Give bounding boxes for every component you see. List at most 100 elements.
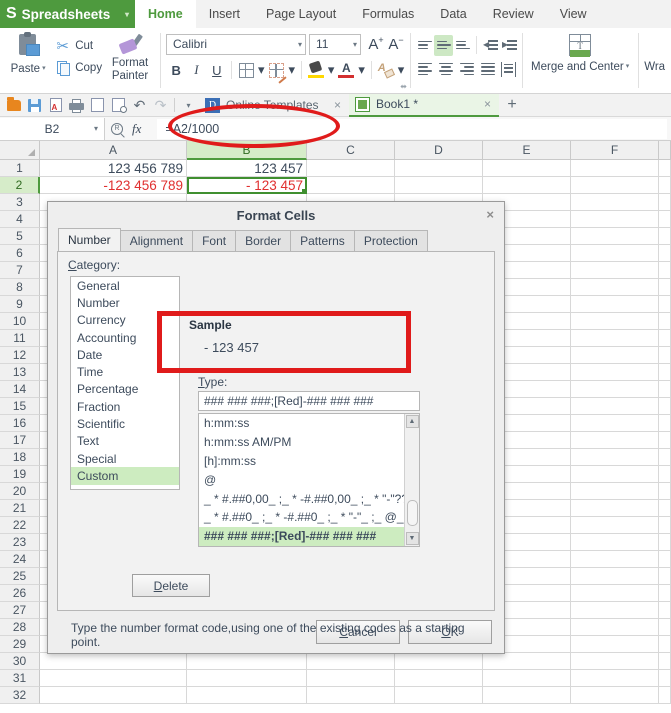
- paste-button[interactable]: Paste ▾: [4, 31, 52, 75]
- cell-F19[interactable]: [571, 466, 659, 483]
- type-list-items[interactable]: h:mm:ss h:mm:ss AM/PM [h]:mm:ss @ _ * #.##0,…: [199, 414, 404, 546]
- close-icon[interactable]: ×: [484, 97, 491, 111]
- column-header-a[interactable]: A: [40, 141, 187, 160]
- row-header-8[interactable]: 8: [0, 279, 40, 296]
- copy-button[interactable]: Copy: [52, 57, 104, 79]
- type-input[interactable]: ### ### ###;[Red]-### ### ###: [198, 391, 420, 411]
- cell-F18[interactable]: [571, 449, 659, 466]
- dialog-tab-protection[interactable]: Protection: [353, 230, 428, 251]
- row-header-11[interactable]: 11: [0, 330, 40, 347]
- cell-E30[interactable]: [483, 653, 571, 670]
- cell-E1[interactable]: [483, 160, 571, 177]
- row-header-30[interactable]: 30: [0, 653, 40, 670]
- cell-D32[interactable]: [395, 687, 483, 704]
- cell-D2[interactable]: [395, 177, 483, 194]
- row-header-25[interactable]: 25: [0, 568, 40, 585]
- ribbon-tab-page-layout[interactable]: Page Layout: [253, 0, 349, 28]
- cell-F3[interactable]: [571, 194, 659, 211]
- insert-function-icon[interactable]: fx: [132, 121, 141, 137]
- document-tab-book1[interactable]: Book1 * ×: [349, 93, 499, 117]
- fill-color-dropdown[interactable]: ▾: [326, 59, 336, 81]
- print-preview-icon[interactable]: [87, 95, 108, 115]
- align-middle-button[interactable]: [434, 34, 454, 56]
- cell-F14[interactable]: [571, 381, 659, 398]
- font-color-dropdown[interactable]: ▾: [357, 59, 367, 81]
- cell-F10[interactable]: [571, 313, 659, 330]
- row-header-15[interactable]: 15: [0, 398, 40, 415]
- row-header-17[interactable]: 17: [0, 432, 40, 449]
- type-option-1[interactable]: h:mm:ss AM/PM: [199, 433, 404, 452]
- dialog-tab-patterns[interactable]: Patterns: [290, 230, 355, 251]
- cell-F25[interactable]: [571, 568, 659, 585]
- ribbon-tab-insert[interactable]: Insert: [196, 0, 253, 28]
- type-option-5[interactable]: _ * #.##0_ ;_ * -#.##0_ ;_ * "-"_ ;_ @_: [199, 508, 404, 527]
- cell-F27[interactable]: [571, 602, 659, 619]
- cell-F32[interactable]: [571, 687, 659, 704]
- type-listbox[interactable]: h:mm:ss h:mm:ss AM/PM [h]:mm:ss @ _ * #.##0,…: [198, 413, 420, 547]
- ribbon-tab-formulas[interactable]: Formulas: [349, 0, 427, 28]
- column-header-f[interactable]: F: [571, 141, 659, 160]
- category-item-fraction[interactable]: Fraction: [71, 398, 179, 415]
- row-header-4[interactable]: 4: [0, 211, 40, 228]
- cell-G11[interactable]: [659, 330, 671, 347]
- cell-F17[interactable]: [571, 432, 659, 449]
- cell-F30[interactable]: [571, 653, 659, 670]
- type-option-3[interactable]: @: [199, 470, 404, 489]
- cell-A2[interactable]: -123 456 789: [40, 177, 187, 194]
- cell-G9[interactable]: [659, 296, 671, 313]
- chevron-down-icon[interactable]: ▾: [626, 62, 630, 70]
- cell-E32[interactable]: [483, 687, 571, 704]
- cell-F13[interactable]: [571, 364, 659, 381]
- cell-G1[interactable]: [659, 160, 671, 177]
- category-item-time[interactable]: Time: [71, 363, 179, 380]
- fill-color-button[interactable]: [306, 59, 326, 81]
- undo-icon[interactable]: ↶: [129, 95, 150, 115]
- category-item-date[interactable]: Date: [71, 346, 179, 363]
- select-all-corner[interactable]: [0, 141, 40, 160]
- draw-border-dropdown[interactable]: ▾: [287, 59, 297, 81]
- cut-button[interactable]: ✂ Cut: [52, 35, 104, 57]
- cell-A1[interactable]: 123 456 789: [40, 160, 187, 177]
- save-icon[interactable]: [24, 95, 45, 115]
- font-size-combo[interactable]: 11 ▾: [309, 33, 361, 55]
- row-header-24[interactable]: 24: [0, 551, 40, 568]
- italic-button[interactable]: I: [186, 59, 206, 81]
- cell-F2[interactable]: [571, 177, 659, 194]
- wrap-text-toggle-button[interactable]: [498, 59, 519, 80]
- cell-G7[interactable]: [659, 262, 671, 279]
- row-header-7[interactable]: 7: [0, 262, 40, 279]
- cell-C31[interactable]: [307, 670, 395, 687]
- row-header-5[interactable]: 5: [0, 228, 40, 245]
- cell-A30[interactable]: [40, 653, 187, 670]
- chevron-down-icon[interactable]: ▾: [294, 40, 302, 49]
- row-header-13[interactable]: 13: [0, 364, 40, 381]
- type-option-2[interactable]: [h]:mm:ss: [199, 452, 404, 471]
- align-center-button[interactable]: [436, 59, 457, 80]
- cell-G28[interactable]: [659, 619, 671, 636]
- cell-G27[interactable]: [659, 602, 671, 619]
- column-header-d[interactable]: D: [395, 141, 483, 160]
- borders-button[interactable]: [236, 59, 256, 81]
- cell-G13[interactable]: [659, 364, 671, 381]
- borders-dropdown[interactable]: ▾: [256, 59, 266, 81]
- bold-button[interactable]: B: [166, 59, 186, 81]
- font-color-button[interactable]: A: [336, 59, 356, 81]
- cell-F29[interactable]: [571, 636, 659, 653]
- cell-C1[interactable]: [307, 160, 395, 177]
- cell-F20[interactable]: [571, 483, 659, 500]
- font-name-combo[interactable]: Calibri ▾: [166, 33, 306, 55]
- row-header-22[interactable]: 22: [0, 517, 40, 534]
- chevron-down-icon[interactable]: ▾: [94, 124, 98, 133]
- row-header-12[interactable]: 12: [0, 347, 40, 364]
- category-item-special[interactable]: Special: [71, 450, 179, 467]
- row-header-23[interactable]: 23: [0, 534, 40, 551]
- cell-G23[interactable]: [659, 534, 671, 551]
- category-listbox[interactable]: General Number Currency Accounting Date Time P…: [70, 276, 180, 490]
- scrollbar-thumb[interactable]: [407, 500, 418, 526]
- row-header-1[interactable]: 1: [0, 160, 40, 177]
- category-item-scientific[interactable]: Scientific: [71, 415, 179, 432]
- chevron-down-icon[interactable]: ▾: [42, 64, 46, 72]
- cell-G4[interactable]: [659, 211, 671, 228]
- chevron-down-icon[interactable]: ▾: [349, 40, 357, 49]
- row-header-19[interactable]: 19: [0, 466, 40, 483]
